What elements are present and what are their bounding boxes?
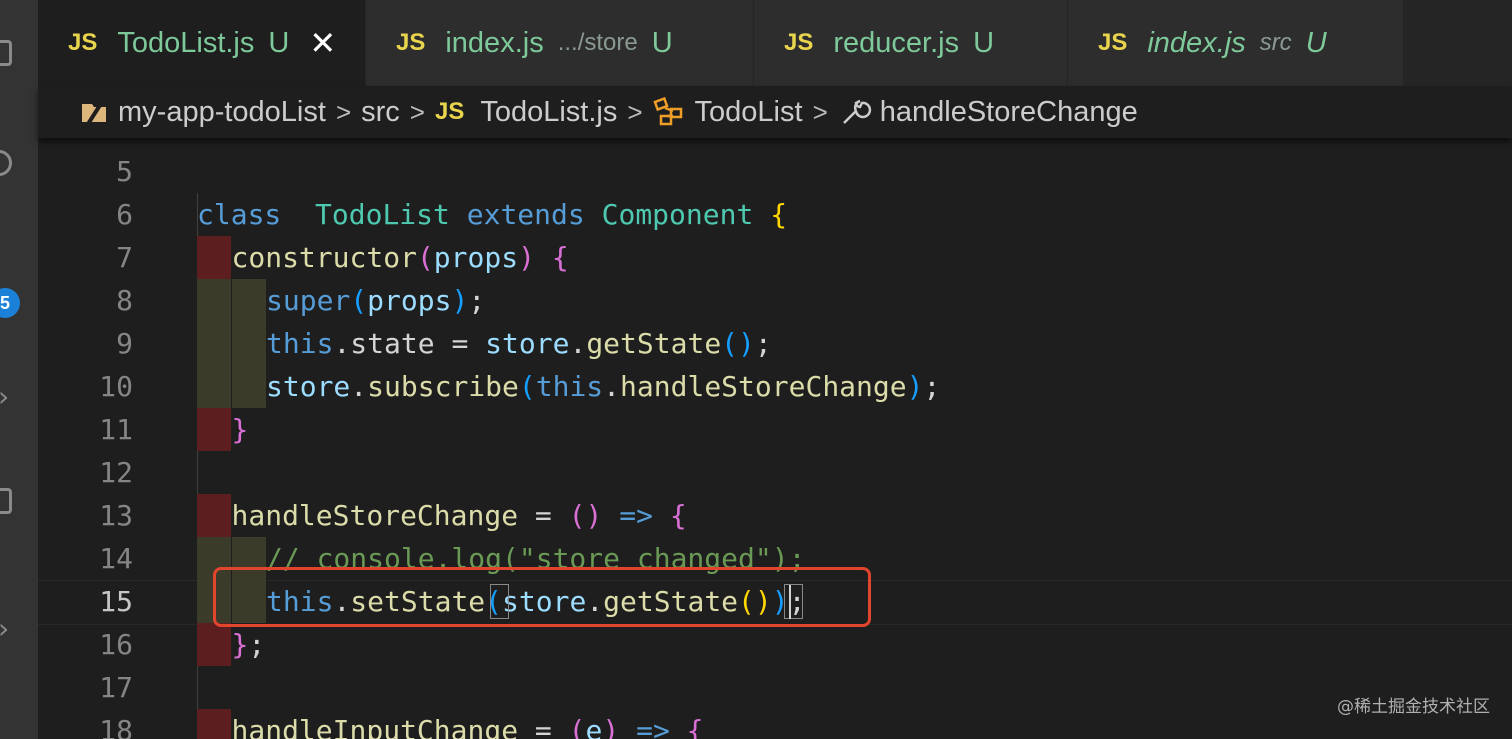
code-text: class TodoList extends Component { — [197, 198, 788, 231]
extensions-icon[interactable] — [0, 488, 12, 514]
tab-bar: JS TodoList.js U ✕ JS index.js .../store… — [38, 0, 1512, 86]
js-file-icon: JS — [784, 29, 814, 56]
code-line[interactable]: 8 super(props); — [38, 279, 1512, 322]
code-line[interactable]: 5 — [38, 150, 1512, 193]
explorer-icon[interactable] — [0, 40, 12, 66]
tab-label: index.js — [1147, 26, 1246, 59]
tab-label: TodoList.js — [117, 26, 255, 59]
line-number: 8 — [116, 284, 133, 317]
code-text: this.state = store.getState(); — [266, 327, 772, 360]
tab-todolist-js[interactable]: JS TodoList.js U ✕ — [38, 0, 366, 86]
line-number: 18 — [99, 714, 133, 739]
breadcrumb-separator: > — [335, 96, 352, 127]
class-icon — [652, 97, 687, 127]
code-line[interactable]: 16}; — [38, 623, 1512, 666]
remote-icon[interactable]: › — [0, 612, 9, 645]
activity-bar: 5 › › — [0, 0, 38, 739]
code-line[interactable]: 17 — [38, 666, 1512, 709]
code-line[interactable]: 11} — [38, 408, 1512, 451]
breadcrumb-file[interactable]: TodoList.js — [480, 96, 617, 129]
code-text: super(props); — [266, 284, 486, 317]
tab-description: src — [1259, 29, 1292, 56]
breadcrumb-folder[interactable]: src — [361, 96, 400, 129]
line-number: 10 — [99, 370, 133, 403]
code-line[interactable]: 12 — [38, 451, 1512, 494]
tab-src-index-js[interactable]: JS index.js src U — [1068, 0, 1404, 86]
code-line[interactable]: 18 handleInputChange = (e) => { — [38, 709, 1512, 739]
wrench-icon — [838, 97, 872, 127]
code-text: handleStoreChange = () => { — [231, 499, 687, 532]
watermark: @稀土掘金技术社区 — [1337, 697, 1490, 717]
line-number: 13 — [99, 499, 133, 532]
code-line[interactable]: 13 handleStoreChange = () => { — [38, 494, 1512, 537]
tab-store-index-js[interactable]: JS index.js .../store U — [366, 0, 754, 86]
code-text: } — [231, 413, 249, 446]
js-file-icon: JS — [434, 98, 465, 125]
search-icon[interactable] — [0, 150, 12, 176]
line-number: 6 — [116, 198, 133, 231]
code-line[interactable]: 9 this.state = store.getState(); — [38, 322, 1512, 365]
js-file-icon: JS — [1098, 29, 1128, 56]
highlight-box — [213, 567, 871, 627]
git-untracked-badge: U — [1305, 26, 1327, 59]
source-control-badge[interactable]: 5 — [0, 288, 20, 318]
breadcrumb: my-app-todoList > src > JS TodoList.js >… — [38, 86, 1512, 138]
git-untracked-badge: U — [651, 26, 673, 59]
breadcrumb-class[interactable]: TodoList — [695, 96, 803, 129]
git-untracked-badge: U — [268, 26, 290, 59]
tab-reducer-js[interactable]: JS reducer.js U — [754, 0, 1068, 86]
run-debug-icon[interactable]: › — [0, 380, 9, 413]
code-text: handleInputChange = (e) => { — [231, 714, 704, 739]
line-number: 12 — [99, 456, 133, 489]
js-file-icon: JS — [68, 29, 98, 56]
line-number: 14 — [99, 542, 133, 575]
code-line[interactable]: 7 constructor(props) { — [38, 236, 1512, 279]
close-icon[interactable]: ✕ — [309, 24, 336, 62]
line-number: 7 — [116, 241, 133, 274]
line-number: 17 — [99, 671, 133, 704]
breadcrumb-separator: > — [812, 96, 828, 127]
tab-description: .../store — [557, 29, 638, 56]
line-number: 9 — [116, 327, 133, 360]
line-number: 16 — [99, 628, 133, 661]
breadcrumb-separator: > — [409, 96, 425, 127]
breadcrumb-project[interactable]: my-app-todoList — [118, 96, 326, 129]
breadcrumb-method[interactable]: handleStoreChange — [880, 96, 1138, 129]
tab-label: reducer.js — [833, 26, 960, 59]
code-line[interactable]: 6 class TodoList extends Component { — [38, 193, 1512, 236]
code-text: constructor(props) { — [231, 241, 569, 274]
code-text: store.subscribe(this.handleStoreChange); — [266, 370, 941, 403]
code-line[interactable]: 10 store.subscribe(this.handleStoreChange… — [38, 365, 1512, 408]
code-editor[interactable]: 5 6 class TodoList extends Component { 7 con… — [38, 138, 1512, 739]
line-number: 5 — [116, 155, 133, 188]
line-number: 11 — [99, 413, 133, 446]
tab-label: index.js — [445, 26, 544, 59]
folder-icon — [80, 98, 110, 126]
git-untracked-badge: U — [973, 26, 995, 59]
js-file-icon: JS — [396, 29, 426, 56]
line-number: 15 — [99, 585, 133, 618]
code-text: }; — [231, 628, 266, 661]
breadcrumb-separator: > — [627, 96, 643, 127]
